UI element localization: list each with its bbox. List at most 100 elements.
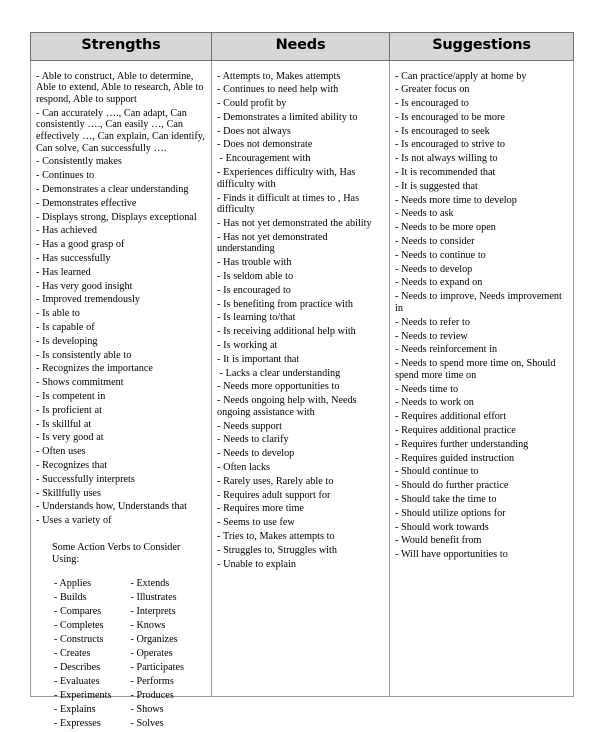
list-item-strength: - Skillfully uses (36, 487, 101, 499)
list-item-need: - Is encouraged to (217, 284, 291, 296)
list-item-suggestion: - Can practice/apply at home by (395, 70, 527, 82)
action-verb-item: - Completes (54, 619, 104, 631)
list-item-strength: - Has learned (36, 266, 91, 278)
list-item-suggestion: - Needs time to (395, 383, 459, 395)
list-item-need: - Is learning to/that (217, 312, 296, 324)
list-item-suggestion: - It is recommended that (395, 167, 496, 179)
list-item-suggestion: - Is encouraged to (395, 98, 469, 110)
list-item-need: - Seems to use few (217, 517, 295, 529)
list-item-suggestion: - Requires further understanding (395, 438, 529, 450)
list-item-suggestion: - Needs to ask (395, 208, 454, 220)
action-verb-item: - Describes (54, 661, 101, 673)
list-item-strength: - Demonstrates a clear understanding (36, 183, 189, 195)
cell-suggestions: - Can practice/apply at home by - Greater… (389, 59, 574, 697)
list-item-strength: - Can accurately …., Can adapt, Can cons… (36, 107, 205, 154)
list-item-need: - Is working at (217, 340, 278, 352)
list-item-strength: - Is very good at (36, 432, 104, 444)
list-item-strength: - Has a good grasp of (36, 239, 125, 251)
strengths-content: - Able to construct, Able to determine, … (31, 61, 211, 729)
list-item-need: - Finds it difficult at times to , Has d… (217, 192, 360, 216)
list-item-suggestion: - Requires additional effort (395, 411, 507, 423)
list-item-need: - Often lacks (217, 462, 271, 474)
table-header-row: Strengths Needs Suggestions (30, 32, 574, 61)
list-item-strength: - Is skillful at (36, 418, 92, 430)
action-verbs-block: Some Action Verbs to Consider Using: - A… (36, 542, 207, 732)
list-item-suggestion: - Is not always willing to (395, 153, 498, 165)
list-item-suggestion: - Greater focus on (395, 84, 470, 96)
action-verb-item: - Applies (54, 577, 92, 589)
list-item-suggestion: - Is encouraged to strive to (395, 139, 505, 151)
action-verb-item: - Compares (54, 605, 102, 617)
cell-strengths: - Able to construct, Able to determine, … (30, 59, 212, 729)
document-page: Strengths Needs Suggestions - Able to co… (0, 0, 600, 730)
action-verb-item: - Performs (130, 675, 174, 687)
list-item-need: - Needs to clarify (217, 434, 289, 446)
list-item-strength: - Recognizes the importance (36, 363, 153, 375)
list-item-suggestion: - Should take the time to (395, 493, 497, 505)
action-verb-item: - Produces (130, 689, 174, 701)
list-item-suggestion: - It is suggested that (395, 180, 478, 192)
table-header: Strengths Needs Suggestions (30, 32, 574, 61)
list-item-need: - Rarely uses, Rarely able to (217, 475, 334, 487)
action-verb-item: - Constructs (54, 633, 104, 645)
list-item-strength: - Is able to (36, 308, 80, 320)
table-row: - Able to construct, Able to determine, … (30, 59, 574, 729)
needs-phrase-list: - Attempts to, Makes attempts - Continues… (217, 71, 385, 571)
action-verb-item: - Extends (130, 577, 170, 589)
list-item-strength: - Consistently makes (36, 156, 122, 168)
list-item-suggestion: - Should work towards (395, 521, 489, 533)
list-item-need: - Is receiving additional help with (217, 326, 356, 338)
action-verb-item: - Experiments (54, 689, 112, 701)
list-item-strength: - Often uses (36, 446, 86, 458)
list-item-need: - Needs more opportunities to (217, 381, 340, 393)
action-verb-item: - Expresses (54, 717, 101, 729)
list-item-need: - Has not yet demonstrated understanding (217, 231, 328, 255)
list-item-need: - Needs support (217, 420, 282, 432)
column-header-strengths: Strengths (30, 32, 212, 61)
list-item-strength: - Is competent in (36, 390, 106, 402)
list-item-need: - Demonstrates a limited ability to (217, 111, 358, 123)
list-item-suggestion: - Will have opportunities to (395, 549, 508, 561)
list-item-strength: - Displays strong, Displays exceptional (36, 211, 197, 223)
list-item-strength: - Is consistently able to (36, 349, 132, 361)
action-verb-item: - Explains (54, 703, 96, 715)
comment-bank-table: Strengths Needs Suggestions - Able to co… (30, 32, 574, 729)
list-item-suggestion: - Should utilize options for (395, 507, 506, 519)
strengths-phrase-list: - Able to construct, Able to determine, … (36, 71, 207, 527)
list-item-suggestion: - Needs reinforcement in (395, 344, 498, 356)
action-verbs-title: Some Action Verbs to Consider Using: (52, 541, 181, 565)
column-header-needs: Needs (211, 32, 390, 61)
list-item-need: - Attempts to, Makes attempts (217, 70, 341, 82)
list-item-need: - Needs to develop (217, 448, 295, 460)
list-item-suggestion: - Needs to expand on (395, 277, 483, 289)
list-item-strength: - Has successfully (36, 252, 111, 264)
list-item-strength: - Has achieved (36, 225, 97, 237)
action-verbs-right-column: - Extends - Illustrates - Interprets - Know… (131, 578, 208, 732)
list-item-need: - Experiences difficulty with, Has diffi… (217, 167, 356, 190)
list-item-strength: - Improved tremendously (36, 294, 140, 306)
suggestions-phrase-list: - Can practice/apply at home by - Greater… (395, 71, 569, 561)
list-item-strength: - Is capable of (36, 321, 95, 333)
list-item-need: - Tries to, Makes attempts to (217, 531, 335, 543)
action-verb-item: - Solves (130, 717, 164, 729)
list-item-need: - Encouragement with (219, 153, 311, 165)
list-item-suggestion: - Needs to spend more time on, Should sp… (395, 358, 556, 381)
list-item-need: - Does not demonstrate (217, 139, 313, 151)
list-item-suggestion: - Is encouraged to be more (395, 111, 505, 123)
list-item-suggestion: - Needs to develop (395, 263, 473, 275)
action-verb-item: - Shows (130, 703, 164, 715)
list-item-strength: - Understands how, Understands that (36, 501, 187, 513)
list-item-need: - Continues to need help with (217, 84, 339, 96)
suggestions-content: - Can practice/apply at home by - Greater… (390, 61, 573, 696)
list-item-strength: - Recognizes that (36, 459, 108, 471)
list-item-strength: - Shows commitment (36, 377, 124, 389)
list-item-strength: - Able to construct, Able to determine, … (36, 70, 204, 105)
list-item-strength: - Continues to (36, 170, 95, 182)
action-verbs-left-column: - Applies - Builds - Compares - Completes - … (54, 578, 131, 732)
action-verb-item: - Illustrates (130, 591, 177, 603)
list-item-suggestion: - Needs to improve, Needs improvement in (395, 291, 562, 314)
list-item-suggestion: - Should continue to (395, 466, 479, 478)
action-verb-item: - Builds (54, 591, 87, 603)
list-item-suggestion: - Needs to be more open (395, 222, 496, 234)
list-item-need: - It is important that (217, 353, 300, 365)
